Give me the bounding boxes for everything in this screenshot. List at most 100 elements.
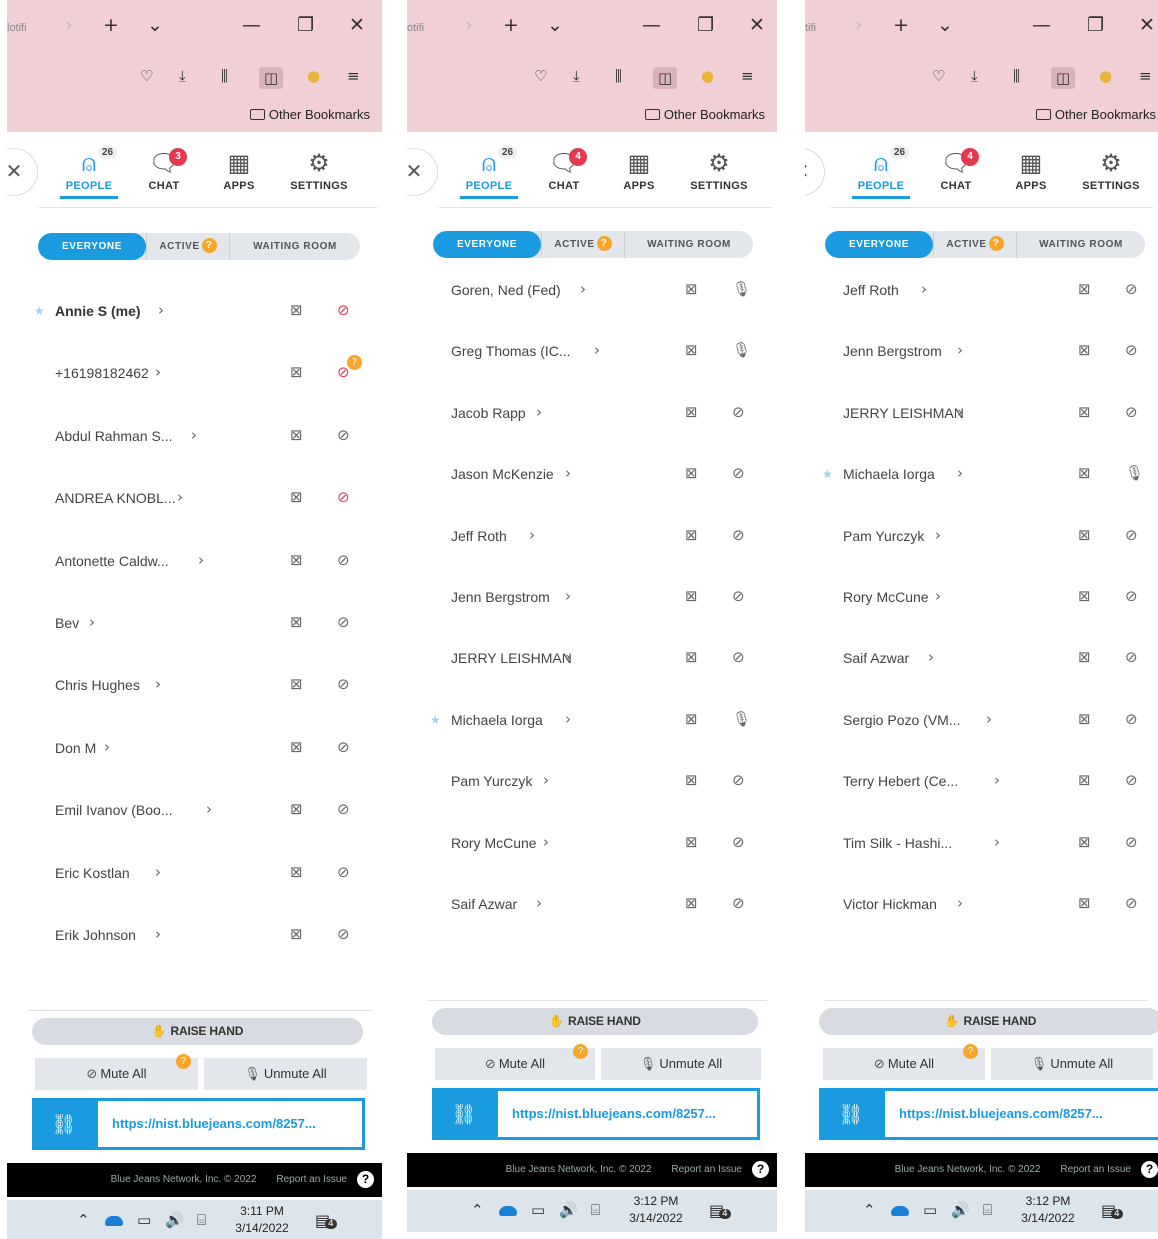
- filter-everyone[interactable]: EVERYONE: [433, 231, 541, 258]
- report-issue-link[interactable]: Report an Issue: [1060, 1164, 1131, 1175]
- minimize-icon[interactable]: —: [642, 14, 661, 36]
- chevron-up-icon[interactable]: ⌃: [471, 1201, 484, 1219]
- pocket-icon[interactable]: ♡: [534, 67, 547, 85]
- volume-icon[interactable]: 🔊: [559, 1201, 578, 1219]
- camera-off-icon[interactable]: ⊠: [685, 526, 698, 544]
- tab-settings[interactable]: ⚙ SETTINGS: [677, 146, 761, 192]
- plus-icon[interactable]: +: [103, 14, 119, 36]
- chevron-right-icon[interactable]: ›: [529, 526, 535, 544]
- profile-icon[interactable]: ●: [1099, 67, 1112, 85]
- filter-active[interactable]: ACTIVE?: [146, 233, 230, 260]
- mute-all-button[interactable]: ⊘ Mute All: [823, 1048, 985, 1080]
- library-icon[interactable]: ⫼: [1013, 67, 1020, 85]
- raise-hand-button[interactable]: ✋ RAISE HAND: [32, 1018, 363, 1045]
- microphone-off-icon[interactable]: ⊘: [337, 613, 350, 631]
- chevron-right-icon[interactable]: ›: [994, 833, 1000, 851]
- restore-icon[interactable]: ❐: [297, 14, 314, 36]
- onedrive-icon[interactable]: [499, 1206, 517, 1216]
- chevron-right-icon[interactable]: ›: [89, 613, 95, 631]
- camera-off-icon[interactable]: ⊠: [685, 587, 698, 605]
- chevron-right-icon[interactable]: ›: [565, 587, 571, 605]
- close-icon[interactable]: ✕: [349, 14, 365, 36]
- microphone-off-icon[interactable]: ⊘: [1125, 771, 1138, 789]
- browser-tab-title[interactable]: tifi: [805, 22, 816, 34]
- hamburger-icon[interactable]: ≡: [347, 67, 360, 85]
- filter-active[interactable]: ACTIVE?: [541, 231, 625, 258]
- chevron-right-icon[interactable]: ›: [65, 14, 73, 36]
- microphone-icon[interactable]: 🎙: [732, 341, 751, 359]
- camera-off-icon[interactable]: ⊠: [290, 675, 303, 693]
- unmute-all-button[interactable]: 🎙 Unmute All: [204, 1058, 367, 1090]
- link-icon[interactable]: ⛓: [32, 1098, 96, 1150]
- chevron-down-icon[interactable]: ⌄: [147, 14, 163, 36]
- notifications-icon[interactable]: ▤ 4: [315, 1211, 337, 1230]
- profile-icon[interactable]: ●: [701, 67, 714, 85]
- camera-off-icon[interactable]: ⊠: [290, 426, 303, 444]
- chevron-up-icon[interactable]: ⌃: [863, 1201, 876, 1219]
- camera-off-icon[interactable]: ⊠: [685, 403, 698, 421]
- browser-tab-title[interactable]: otifi: [407, 22, 424, 34]
- help-icon[interactable]: ?: [1141, 1160, 1158, 1178]
- camera-off-icon[interactable]: ⊠: [1078, 403, 1091, 421]
- chevron-right-icon[interactable]: ›: [155, 363, 161, 381]
- participant-row[interactable]: Saif Azwar › ⊠ ⊘: [843, 648, 1158, 672]
- tab-settings[interactable]: ⚙ SETTINGS: [1069, 146, 1153, 192]
- microphone-off-icon[interactable]: ⊘: [1125, 341, 1138, 359]
- help-icon[interactable]: ?: [357, 1170, 374, 1188]
- download-icon[interactable]: ⤓: [971, 67, 978, 85]
- camera-off-icon[interactable]: ⊠: [290, 363, 303, 381]
- meeting-link-box[interactable]: ⛓ https://nist.bluejeans.com/8257...: [32, 1098, 365, 1150]
- volume-icon[interactable]: 🔊: [951, 1201, 970, 1219]
- microphone-icon[interactable]: 🎙: [732, 280, 751, 298]
- close-panel-button[interactable]: ✕: [805, 148, 825, 196]
- microphone-icon[interactable]: 🎙: [1125, 464, 1144, 482]
- chevron-right-icon[interactable]: ›: [543, 833, 549, 851]
- tab-apps[interactable]: ▦ APPS: [604, 146, 674, 192]
- participant-row[interactable]: ANDREA KNOBL... › ⊠ ⊘: [55, 488, 382, 512]
- tab-chat[interactable]: 🗨 4 CHAT: [921, 146, 991, 192]
- chevron-right-icon[interactable]: ›: [957, 403, 963, 421]
- camera-off-icon[interactable]: ⊠: [685, 648, 698, 666]
- microphone-off-icon[interactable]: ⊘: [1125, 833, 1138, 851]
- participant-row[interactable]: Tim Silk - Hashi... › ⊠ ⊘: [843, 833, 1158, 857]
- other-bookmarks[interactable]: Other Bookmarks: [249, 107, 370, 122]
- participant-row[interactable]: Sergio Pozo (VM... › ⊠ ⊘: [843, 710, 1158, 734]
- chevron-right-icon[interactable]: ›: [191, 426, 197, 444]
- chevron-right-icon[interactable]: ›: [957, 894, 963, 912]
- microphone-off-icon[interactable]: ⊘: [1125, 710, 1138, 728]
- chevron-right-icon[interactable]: ›: [935, 587, 941, 605]
- microphone-off-icon[interactable]: ⊘: [337, 426, 350, 444]
- chevron-right-icon[interactable]: ›: [928, 648, 934, 666]
- microphone-icon[interactable]: 🎙: [732, 710, 751, 728]
- onedrive-icon[interactable]: [891, 1206, 909, 1216]
- microphone-off-icon[interactable]: ⊘: [732, 771, 745, 789]
- microphone-off-icon[interactable]: ⊘?: [337, 355, 362, 381]
- tab-apps[interactable]: ▦ APPS: [996, 146, 1066, 192]
- chevron-right-icon[interactable]: ›: [565, 464, 571, 482]
- camera-off-icon[interactable]: ⊠: [685, 280, 698, 298]
- microphone-off-icon[interactable]: ⊘: [732, 587, 745, 605]
- browser-tab-title[interactable]: lotifi: [7, 22, 27, 34]
- library-icon[interactable]: ⫼: [221, 67, 228, 85]
- chevron-right-icon[interactable]: ›: [465, 14, 473, 36]
- camera-off-icon[interactable]: ⊠: [685, 771, 698, 789]
- camera-off-icon[interactable]: ⊠: [1078, 280, 1091, 298]
- camera-off-icon[interactable]: ⊠: [685, 894, 698, 912]
- microphone-off-icon[interactable]: ⊘: [732, 403, 745, 421]
- onedrive-icon[interactable]: [105, 1216, 123, 1226]
- chevron-right-icon[interactable]: ›: [986, 710, 992, 728]
- close-icon[interactable]: ✕: [749, 14, 765, 36]
- participant-row[interactable]: Jacob Rapp › ⊠ ⊘: [451, 403, 777, 427]
- participant-row[interactable]: Saif Azwar › ⊠ ⊘: [451, 894, 777, 918]
- camera-off-icon[interactable]: ⊠: [1078, 894, 1091, 912]
- filter-waiting-room[interactable]: WAITING ROOM: [1017, 231, 1145, 258]
- camera-off-icon[interactable]: ⊠: [290, 301, 303, 319]
- microphone-off-icon[interactable]: ⊘: [732, 464, 745, 482]
- chevron-right-icon[interactable]: ›: [921, 280, 927, 298]
- filter-active[interactable]: ACTIVE?: [933, 231, 1017, 258]
- hamburger-icon[interactable]: ≡: [741, 67, 754, 85]
- participant-row[interactable]: Don M › ⊠ ⊘: [55, 738, 382, 762]
- chevron-right-icon[interactable]: ›: [594, 341, 600, 359]
- meeting-link-box[interactable]: ⛓ https://nist.bluejeans.com/8257...: [819, 1088, 1158, 1140]
- microphone-off-icon[interactable]: ⊘: [1125, 403, 1138, 421]
